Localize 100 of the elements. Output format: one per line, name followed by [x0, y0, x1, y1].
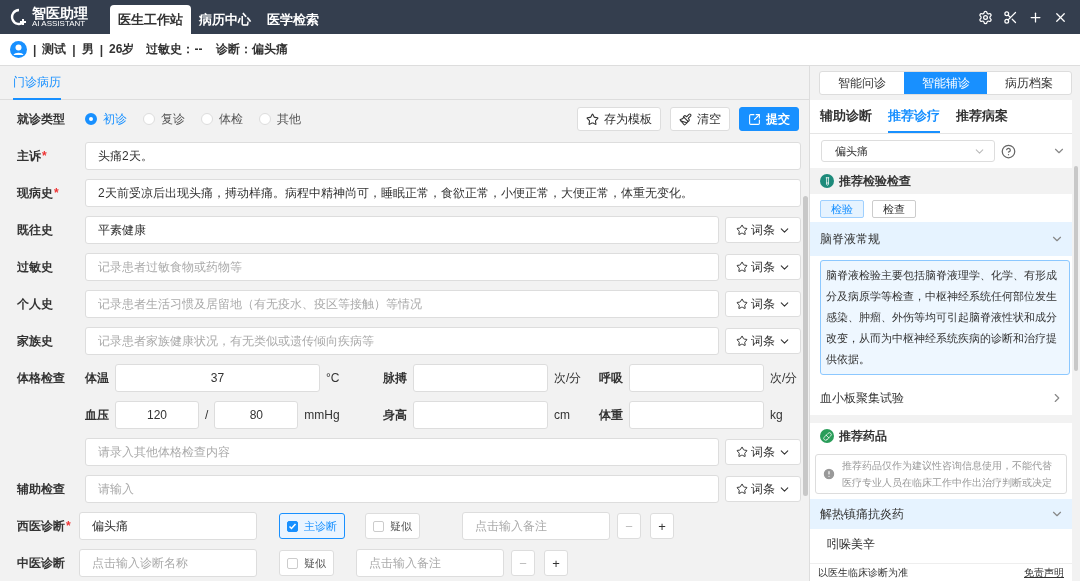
- template-button[interactable]: 存为模板: [577, 107, 661, 131]
- vital-label: 体重: [599, 406, 623, 424]
- field-label: 个人史: [17, 295, 54, 313]
- vital-label: 血压: [85, 406, 109, 424]
- star-icon: [735, 298, 748, 310]
- logo-tagline: AI ASSISTANT: [32, 20, 86, 28]
- filter-button[interactable]: 检查: [872, 200, 916, 218]
- diagnosis-field[interactable]: 偏头痛: [79, 512, 257, 540]
- vital-label: 呼吸: [599, 369, 623, 387]
- star-icon: [735, 224, 748, 236]
- phrase-button[interactable]: 词条: [725, 254, 801, 280]
- unit-label: kg: [770, 408, 783, 422]
- patient-name: 测试: [42, 41, 67, 58]
- vital-field[interactable]: [413, 401, 548, 429]
- scrollbar[interactable]: [803, 196, 808, 496]
- nav-tab[interactable]: 医学检索: [259, 5, 327, 34]
- field-label: 家族史: [17, 332, 54, 350]
- patient-sex: 男: [81, 41, 94, 58]
- suspect-checkbox[interactable]: 疑似: [279, 550, 334, 576]
- patient-age: 26岁: [109, 41, 135, 58]
- phrase-button[interactable]: 词条: [725, 217, 801, 243]
- vital-field[interactable]: [413, 364, 548, 392]
- assistant-tab[interactable]: 病历档案: [987, 72, 1071, 94]
- checkbox-icon: [373, 520, 384, 532]
- text-field[interactable]: 2天前受凉后出现头痛，搏动样痛。病程中精神尚可，睡眠正常，食欲正常，小便正常，大便正常，体重无变化。: [85, 179, 801, 207]
- vital-label: 身高: [383, 406, 407, 424]
- test-tube-icon: [820, 174, 834, 188]
- radio-label[interactable]: 复诊: [161, 110, 185, 128]
- disclaimer-link[interactable]: 免责声明: [1024, 565, 1064, 580]
- unit-label: 次/分: [554, 369, 582, 387]
- nav-tab[interactable]: 病历中心: [191, 5, 259, 34]
- star-icon: [735, 446, 748, 458]
- add-button[interactable]: +: [544, 550, 568, 576]
- radio-label[interactable]: 体检: [219, 110, 243, 128]
- exam-description: 脑脊液检验主要包括脑脊液理学、化学、有形成分及病原学等检查，中枢神经系统任何部位发生感染、肿瘤、外伤等均可引起脑脊液性状和成分改变，从而为中枢神经系统疾病的诊断和治疗提供依据。: [820, 260, 1070, 375]
- drug-group[interactable]: 解热镇痛抗炎药: [810, 499, 1072, 529]
- field-label: 辅助检查: [17, 480, 66, 498]
- add-button[interactable]: +: [650, 513, 674, 539]
- sub-tab[interactable]: 辅助诊断: [820, 100, 872, 133]
- avatar-icon: [10, 41, 27, 58]
- field-label: 主诉*: [17, 147, 48, 165]
- radio-label[interactable]: 其他: [277, 110, 301, 128]
- separator: |: [99, 42, 104, 57]
- external-link-icon: [748, 112, 761, 126]
- phrase-button[interactable]: 词条: [725, 439, 801, 465]
- logo-icon: [10, 8, 28, 26]
- unit-label: °C: [326, 371, 340, 385]
- plus-icon[interactable]: [1028, 9, 1043, 25]
- field-label: 现病史*: [17, 184, 60, 202]
- field-label: 中医诊断: [17, 554, 66, 572]
- separator: |: [33, 42, 37, 57]
- vital-field[interactable]: 80: [214, 401, 299, 429]
- phrase-button[interactable]: 词条: [725, 476, 801, 502]
- exam-item[interactable]: 脑脊液常规: [810, 222, 1072, 256]
- field-label: 就诊类型: [17, 110, 66, 128]
- checkbox-icon: [287, 557, 298, 569]
- checkbox-icon: [287, 520, 298, 532]
- diagnosis-info: 诊断：偏头痛: [216, 41, 289, 58]
- unit-label: 次/分: [770, 369, 798, 387]
- sub-tab[interactable]: 推荐病案: [956, 100, 1008, 133]
- vital-field[interactable]: [629, 364, 764, 392]
- suspect-checkbox[interactable]: 疑似: [365, 513, 420, 539]
- brush-icon: [679, 112, 692, 126]
- separator: /: [205, 408, 209, 422]
- unit-label: mmHg: [304, 408, 340, 422]
- clear-button[interactable]: 清空: [670, 107, 730, 131]
- field-label: 体格检查: [17, 369, 66, 387]
- star-icon: [735, 483, 748, 495]
- help-icon[interactable]: [1001, 143, 1016, 159]
- vital-field[interactable]: 37: [115, 364, 320, 392]
- separator: |: [72, 42, 76, 57]
- notice-text: 推荐药品仅作为建议性咨询信息使用，不能代替医疗专业人员在临床工作中作出治疗判断或决定: [842, 459, 1053, 490]
- section-title: 推荐检验检查: [839, 172, 911, 190]
- field-label: 既往史: [17, 221, 54, 239]
- pill-icon: [820, 429, 834, 443]
- star-icon: [735, 335, 748, 347]
- drug-item[interactable]: 吲哚美辛: [810, 529, 1072, 559]
- field-label: 过敏史: [17, 258, 54, 276]
- logo-name: 智医助理: [32, 6, 88, 20]
- section-title: 推荐药品: [839, 427, 887, 445]
- text-field[interactable]: 头痛2天。: [85, 142, 801, 170]
- scissors-icon[interactable]: [1003, 9, 1018, 25]
- phrase-button[interactable]: 词条: [725, 291, 801, 317]
- disease-select[interactable]: 偏头痛: [821, 140, 995, 162]
- vital-label: 脉搏: [383, 369, 407, 387]
- info-icon: [822, 467, 836, 481]
- star-icon: [735, 261, 748, 273]
- text-field[interactable]: 平素健康: [85, 216, 719, 244]
- assistant-tab[interactable]: 智能问诊: [820, 72, 904, 94]
- settings-icon[interactable]: [978, 9, 993, 25]
- vital-field[interactable]: 120: [115, 401, 199, 429]
- nav-tab[interactable]: 医生工作站: [110, 5, 191, 34]
- scrollbar[interactable]: [1074, 166, 1078, 371]
- unit-label: cm: [554, 408, 570, 422]
- phrase-button[interactable]: 词条: [725, 328, 801, 354]
- allergy-info: 过敏史：--: [146, 41, 203, 58]
- radio-button[interactable]: [85, 113, 97, 125]
- footer-note: 以医生临床诊断为准: [818, 565, 908, 580]
- vital-field[interactable]: [629, 401, 764, 429]
- star-icon: [586, 112, 599, 126]
